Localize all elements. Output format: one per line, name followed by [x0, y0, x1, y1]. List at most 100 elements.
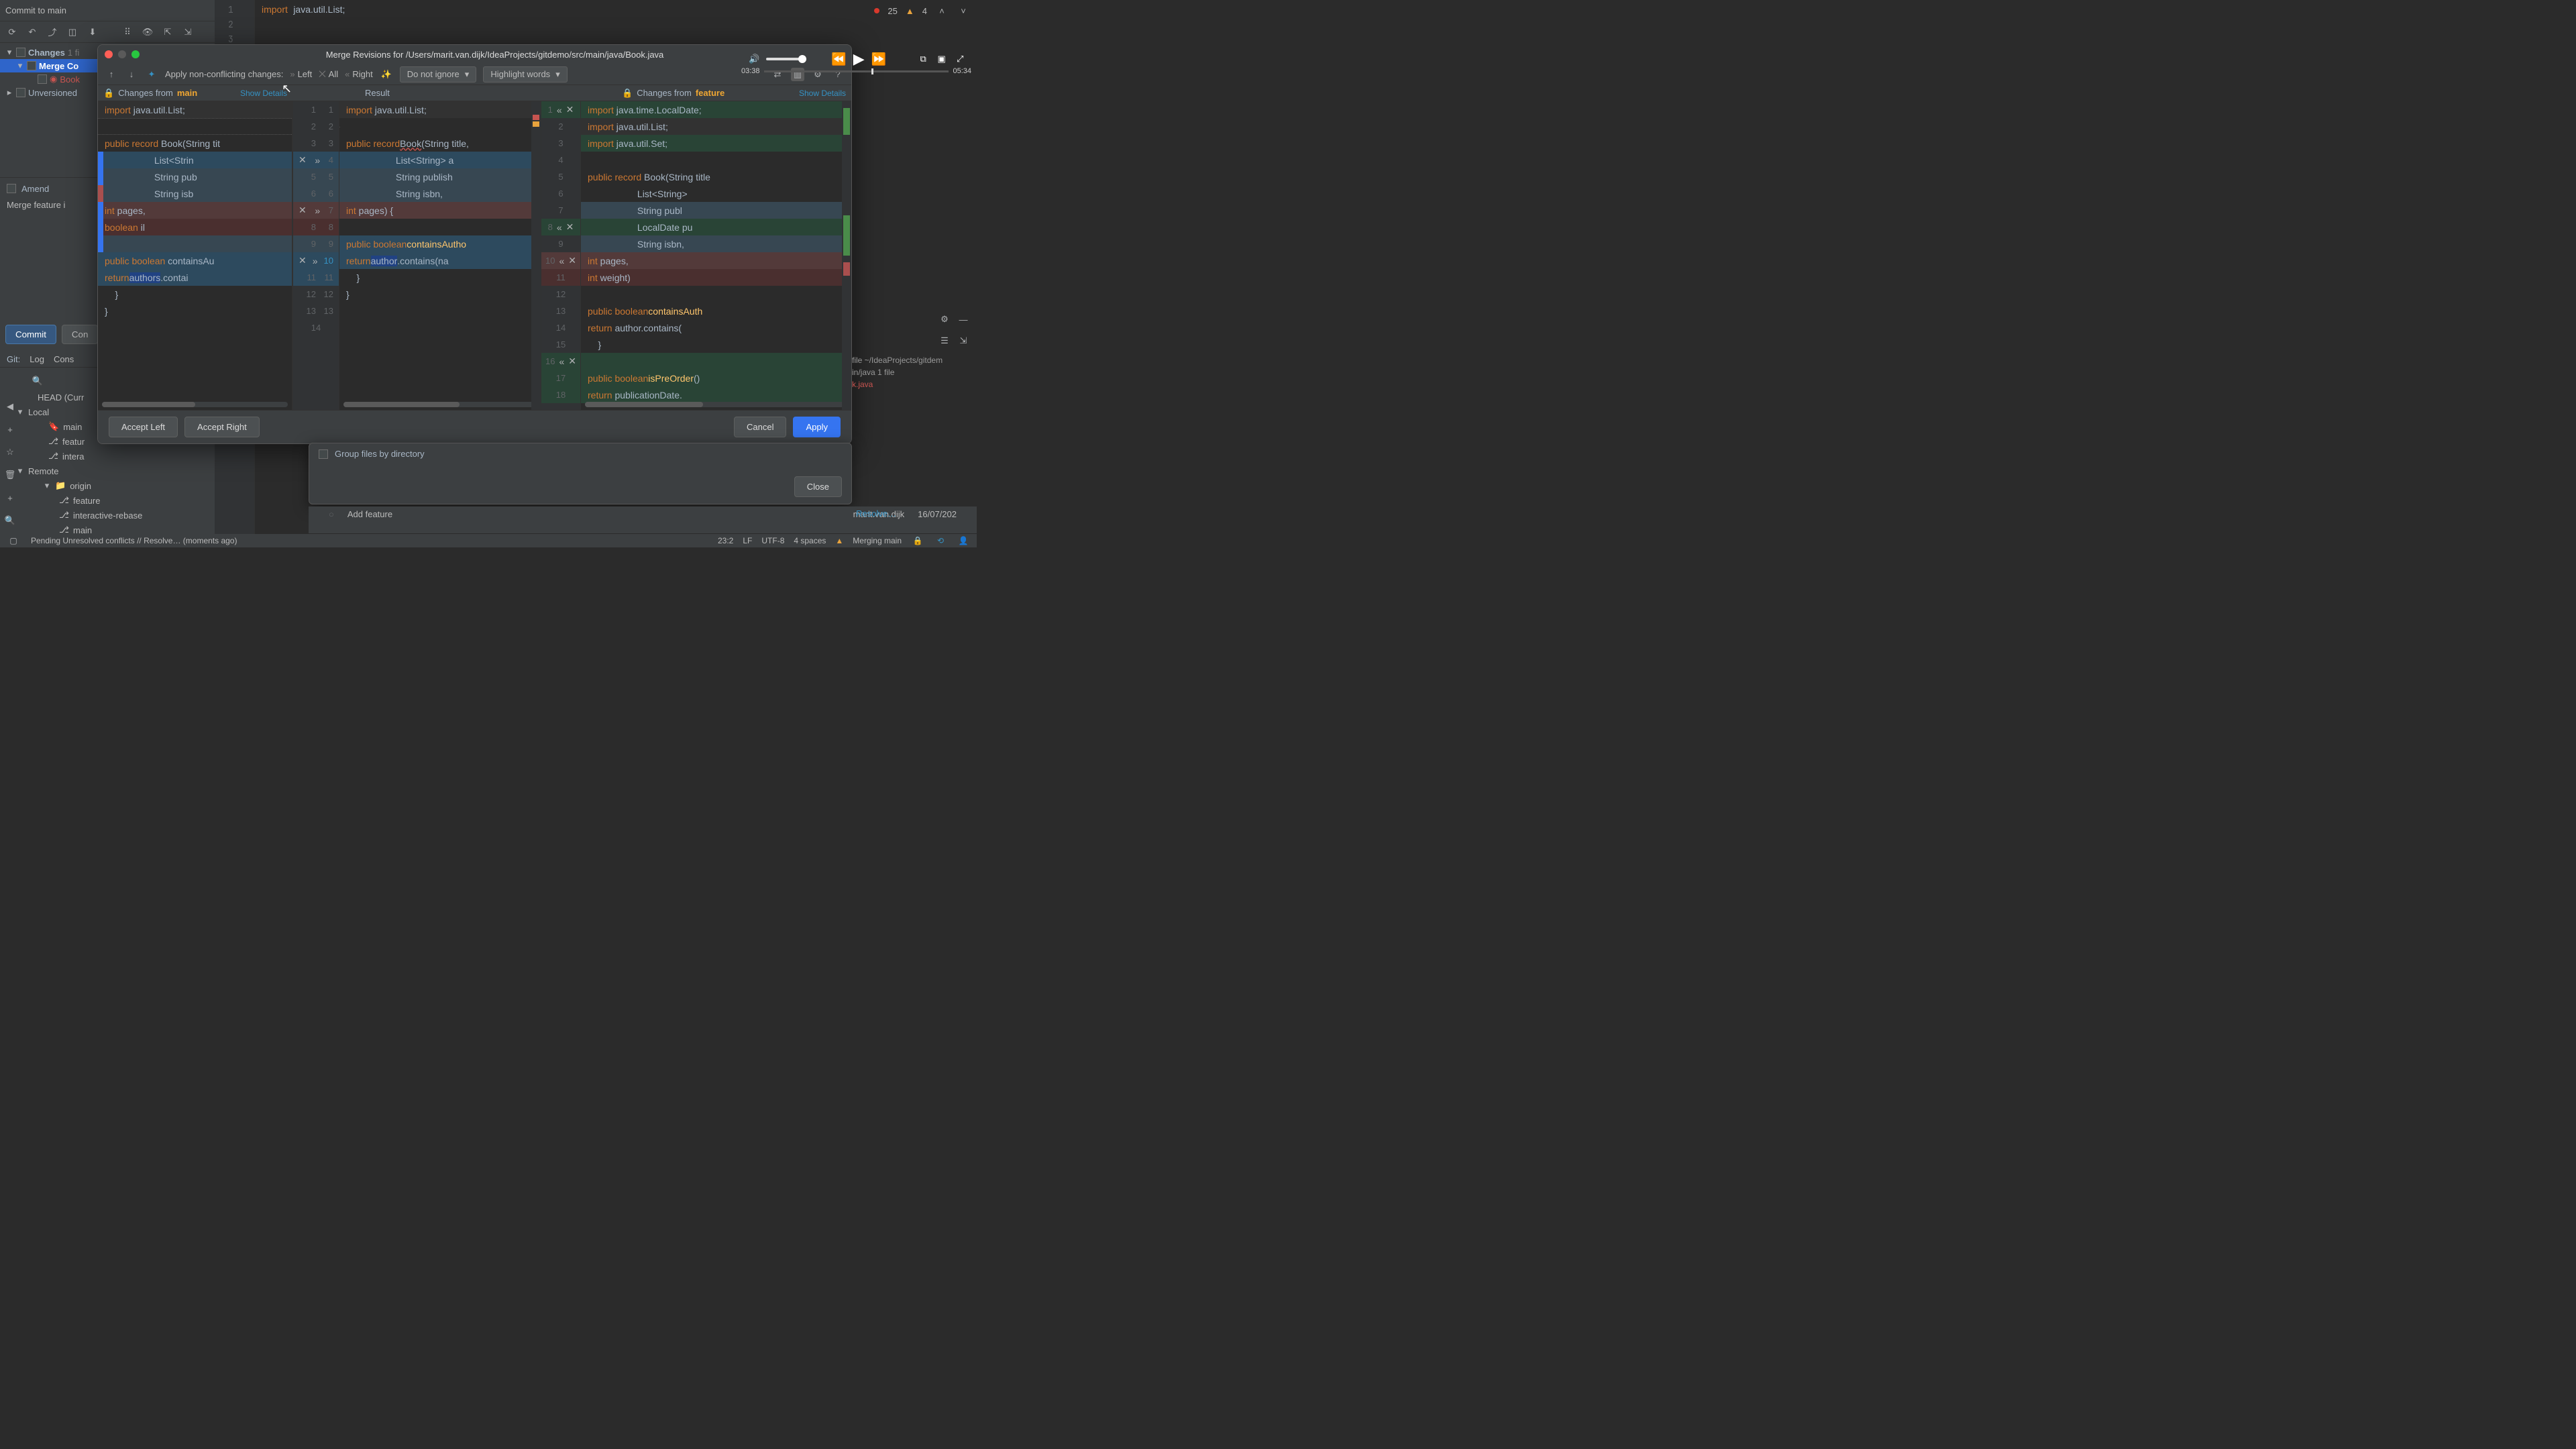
hscroll-right[interactable] [585, 402, 847, 407]
reject-icon[interactable]: ✕ [299, 154, 307, 166]
volume-slider[interactable] [766, 58, 806, 60]
reject-icon[interactable]: ✕ [566, 221, 574, 233]
apply-all-link[interactable]: ⨉All [319, 69, 338, 80]
minimap-mid[interactable] [531, 101, 541, 410]
fullscreen-icon[interactable]: ⤢ [954, 52, 966, 66]
highlight-combo[interactable]: Highlight words▾ [483, 66, 567, 83]
lock-icon: 🔒 [103, 88, 114, 99]
merge-right-pane[interactable]: import java.time.LocalDate; import java.… [581, 101, 851, 410]
caret-pos[interactable]: 23:2 [718, 536, 733, 545]
zoom-window-icon[interactable] [131, 50, 140, 58]
group-files-checkbox[interactable] [319, 449, 328, 459]
commit-and-button[interactable]: Con [62, 325, 98, 344]
right-info-panel: file ~/IdeaProjects/gitdem in/java 1 fil… [852, 354, 973, 390]
reject-icon[interactable]: ✕ [299, 205, 307, 216]
chevron-up-icon[interactable]: ˄ [935, 4, 949, 17]
remote-branch-interactive[interactable]: ⎇interactive-rebase [0, 508, 215, 523]
commit-button[interactable]: Commit [5, 325, 56, 344]
minimize-icon[interactable]: — [957, 313, 970, 326]
video-progress[interactable]: 03:38 05:34 [741, 67, 971, 75]
accept-icon[interactable]: » [315, 205, 320, 216]
undo-icon[interactable]: ↶ [25, 25, 39, 39]
reject-icon[interactable]: ✕ [299, 255, 307, 266]
profile-icon[interactable]: 👤 [957, 534, 970, 547]
apply-right-link[interactable]: «Right [345, 69, 373, 79]
encoding[interactable]: UTF-8 [761, 536, 784, 545]
merge-dialog: Merge Revisions for /Users/marit.van.dij… [97, 44, 852, 444]
branch-interactive[interactable]: ⎇intera [0, 449, 215, 464]
tab-console[interactable]: Cons [54, 354, 74, 364]
rewind-icon[interactable]: ⏪ [831, 52, 846, 66]
merge-toolbar: ↑ ↓ ✦ Apply non-conflicting changes: »Le… [98, 64, 851, 85]
tab-log[interactable]: Log [30, 354, 44, 364]
wand-icon[interactable]: ✨ [380, 68, 393, 81]
volume-icon[interactable]: 🔊 [749, 54, 759, 64]
expand-icon[interactable]: ⇱ [161, 25, 174, 39]
search-icon[interactable]: 🔍 [31, 374, 44, 388]
accept-icon[interactable]: » [315, 155, 320, 166]
lock-icon[interactable]: 🔒 [911, 534, 924, 547]
resolve-link[interactable]: Resolve… [856, 508, 896, 519]
editor-inspections[interactable]: 25 ▲ 4 ˄ ˅ [874, 4, 970, 17]
lock-icon: 🔒 [622, 88, 633, 99]
diff-icon[interactable]: ◫ [66, 25, 79, 39]
close-window-icon[interactable] [105, 50, 113, 58]
minimize-window-icon[interactable] [118, 50, 126, 58]
accept-left-button[interactable]: Accept Left [109, 417, 178, 437]
accept-icon[interactable]: « [557, 222, 562, 233]
indent[interactable]: 4 spaces [794, 536, 826, 545]
origin-node[interactable]: ▾📁origin [0, 478, 215, 493]
remote-branch-main[interactable]: ⎇main [0, 523, 215, 534]
airplay-icon[interactable]: ▣ [936, 52, 948, 66]
line-sep[interactable]: LF [743, 536, 752, 545]
wand-icon[interactable]: ⤴ [46, 25, 59, 39]
close-button[interactable]: Close [794, 476, 842, 497]
error-dot-icon [874, 8, 879, 13]
accept-icon[interactable]: « [557, 105, 562, 115]
expand-icon[interactable]: ⇲ [957, 334, 970, 347]
branch-status[interactable]: Merging main [853, 536, 902, 545]
apply-left-link[interactable]: »Left [290, 69, 312, 79]
shelve-icon[interactable]: ⬇ [86, 25, 99, 39]
dialog-titlebar[interactable]: Merge Revisions for /Users/marit.van.dij… [98, 45, 851, 64]
forward-icon[interactable]: ⏩ [871, 52, 886, 66]
toolwindow-icon[interactable]: ▢ [7, 534, 20, 547]
hscroll-mid[interactable] [343, 402, 537, 407]
play-icon[interactable]: ▶ [853, 50, 865, 68]
arrow-up-icon[interactable]: ↑ [105, 68, 118, 81]
accept-icon[interactable]: « [559, 356, 564, 367]
collapse-icon[interactable]: ⇲ [181, 25, 195, 39]
reject-icon[interactable]: ✕ [568, 356, 576, 367]
accept-icon[interactable]: « [559, 256, 564, 266]
group-icon[interactable]: ⠿ [121, 25, 134, 39]
gear-icon[interactable]: ⚙ [938, 313, 951, 326]
reject-icon[interactable]: ✕ [568, 255, 576, 266]
accept-right-button[interactable]: Accept Right [184, 417, 260, 437]
log-view-toolbar: ☰ ⇲ [938, 334, 970, 347]
pip-icon[interactable]: ⧉ [917, 52, 929, 66]
chevron-down-icon[interactable]: ˅ [957, 4, 970, 17]
eye-icon[interactable]: 👁 [141, 25, 154, 39]
reject-icon[interactable]: ✕ [566, 104, 574, 115]
magic-icon[interactable]: ✦ [145, 68, 158, 81]
refresh-icon[interactable]: ⟳ [5, 25, 19, 39]
merge-result-pane[interactable]: import java.util.List; ▸ public record B… [339, 101, 541, 410]
remote-branch-feature[interactable]: ⎇feature [0, 493, 215, 508]
show-details-right[interactable]: Show Details [799, 89, 846, 98]
log-toolbar-right: ⚙ — [938, 313, 970, 326]
hscroll-left[interactable] [102, 402, 288, 407]
apply-button[interactable]: Apply [793, 417, 841, 437]
list-icon[interactable]: ☰ [938, 334, 951, 347]
merge-left-pane[interactable]: import java.util.List; public record Boo… [98, 101, 292, 410]
accept-icon[interactable]: » [313, 256, 318, 266]
cancel-button[interactable]: Cancel [734, 417, 786, 437]
status-message[interactable]: Pending Unresolved conflicts // Resolve…… [31, 536, 237, 545]
ignore-combo[interactable]: Do not ignore▾ [400, 66, 477, 83]
minimap-right[interactable] [842, 101, 851, 410]
merge-body: import java.util.List; public record Boo… [98, 101, 851, 410]
sync-icon[interactable]: ⟲ [934, 534, 947, 547]
remote-node[interactable]: ▾Remote [0, 464, 215, 478]
arrow-down-icon[interactable]: ↓ [125, 68, 138, 81]
amend-checkbox[interactable] [7, 184, 16, 193]
show-details-left[interactable]: Show Details [240, 89, 287, 98]
